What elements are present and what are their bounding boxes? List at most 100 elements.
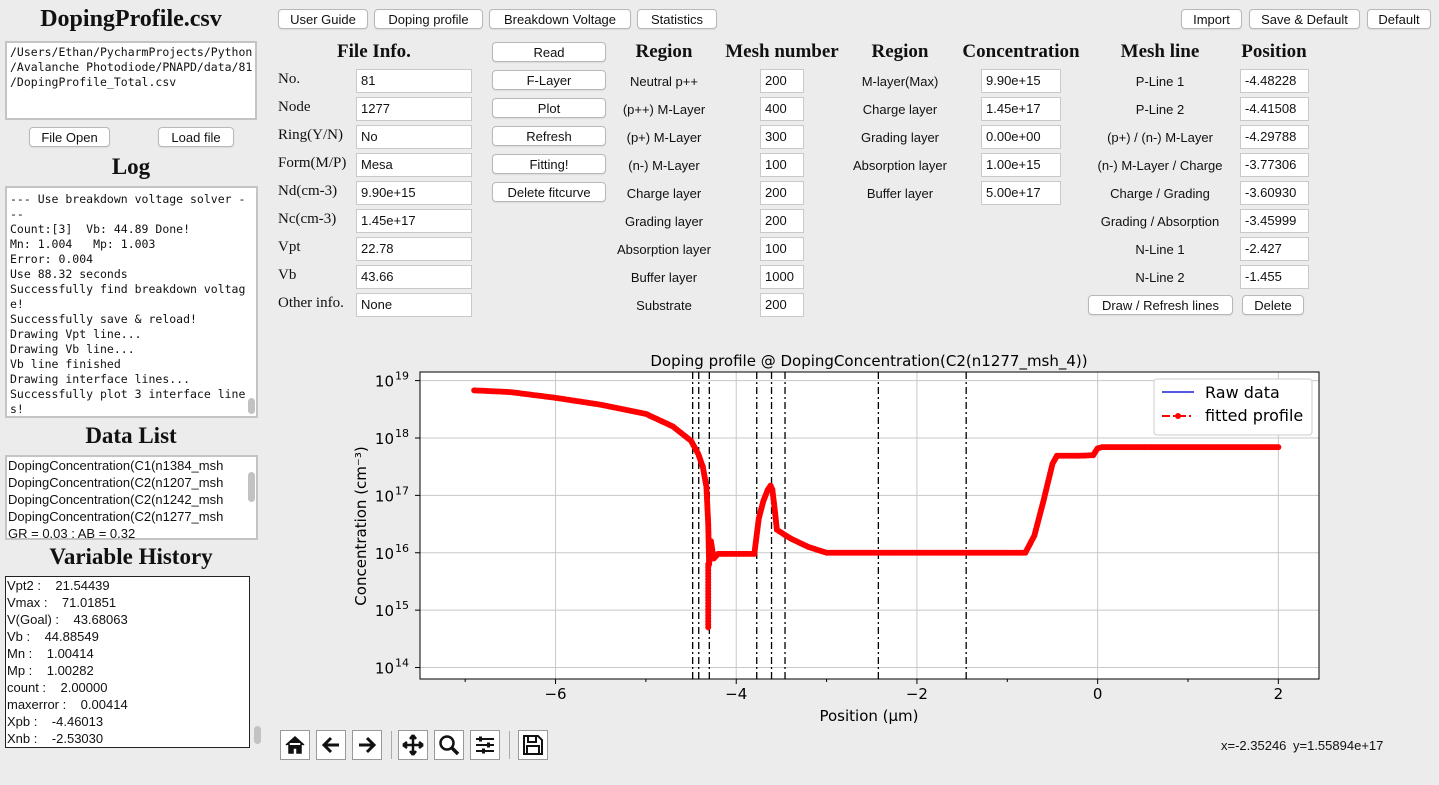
concentration-field[interactable]: 1.00e+15 xyxy=(981,153,1061,177)
data-list-item[interactable]: DopingConcentration(C2(n1277_msh xyxy=(8,508,255,525)
mesh-number-field[interactable]: 100 xyxy=(760,153,804,177)
forward-button[interactable] xyxy=(352,730,382,760)
file-info-field[interactable]: 43.66 xyxy=(356,265,472,289)
y-tick-label: 10 xyxy=(375,660,394,678)
file-info-field[interactable]: 22.78 xyxy=(356,237,472,261)
mesh-number-field[interactable]: 1000 xyxy=(760,265,804,289)
log-line: e! xyxy=(10,297,24,311)
variable-history-panel[interactable]: Vpt2 : 21.54439 Vmax : 71.01851 V(Goal) : … xyxy=(5,576,250,748)
concentration-field[interactable]: 1.45e+17 xyxy=(981,97,1061,121)
tab-statistics[interactable]: Statistics xyxy=(637,9,717,29)
log-line: Successfully plot 3 interface line xyxy=(10,387,246,401)
file-open-button[interactable]: File Open xyxy=(29,127,110,147)
save-default-button[interactable]: Save & Default xyxy=(1249,9,1360,29)
log-line: Use 88.32 seconds xyxy=(10,267,128,281)
file-info-field[interactable]: 1.45e+17 xyxy=(356,209,472,233)
fitting-button[interactable]: Fitting! xyxy=(492,154,606,174)
log-line: Vb line finished xyxy=(10,357,121,371)
zoom-icon xyxy=(439,735,460,756)
conc-region-label: Grading layer xyxy=(860,130,940,145)
y-tick-exponent: 17 xyxy=(395,484,409,497)
path-display[interactable]: /Users/Ethan/PycharmProjects/Python /Ava… xyxy=(5,41,257,120)
mesh-line-title: Mesh line xyxy=(1120,41,1200,62)
variable-history-item: Vmax : 71.01851 xyxy=(7,595,117,610)
data-list-item[interactable]: DopingConcentration(C2(n1207_msh xyxy=(8,474,255,491)
pan-button[interactable] xyxy=(398,730,428,760)
file-info-field[interactable]: None xyxy=(356,293,472,317)
data-list-item[interactable]: DopingConcentration(C2(n1242_msh xyxy=(8,491,255,508)
mesh-line-position-field[interactable]: -4.29788 xyxy=(1240,125,1309,149)
variable-history-item: Vb : 44.88549 xyxy=(7,629,99,644)
draw-refresh-lines-button[interactable]: Draw / Refresh lines xyxy=(1088,295,1233,315)
read-button[interactable]: Read xyxy=(492,42,606,62)
default-button[interactable]: Default xyxy=(1367,9,1431,29)
mesh-line-position-field[interactable]: -3.60930 xyxy=(1240,181,1309,205)
file-info-field[interactable]: Mesa xyxy=(356,153,472,177)
mesh-number-title: Mesh number xyxy=(725,41,839,62)
mesh-region-label: (p++) M-Layer xyxy=(622,102,706,117)
file-info-label: Node xyxy=(278,99,311,115)
position-title: Position xyxy=(1241,41,1307,62)
mesh-number-field[interactable]: 200 xyxy=(760,293,804,317)
concentration-field[interactable]: 5.00e+17 xyxy=(981,181,1061,205)
legend-fitted-profile: fitted profile xyxy=(1205,406,1303,425)
mesh-number-field[interactable]: 300 xyxy=(760,125,804,149)
data-list-scrollbar[interactable] xyxy=(248,472,255,502)
data-list-panel[interactable]: DopingConcentration(C1(n1384_msh DopingCo… xyxy=(5,455,258,540)
back-button[interactable] xyxy=(316,730,346,760)
import-button[interactable]: Import xyxy=(1181,9,1242,29)
zoom-button[interactable] xyxy=(434,730,464,760)
y-tick-label: 10 xyxy=(375,545,394,563)
file-info-field[interactable]: 1277 xyxy=(356,97,472,121)
mesh-number-field[interactable]: 200 xyxy=(760,209,804,233)
log-panel[interactable]: --- Use breakdown voltage solver - -- Coun… xyxy=(5,186,258,418)
y-tick-label: 10 xyxy=(375,373,394,391)
mesh-line-position-field[interactable]: -4.48228 xyxy=(1240,69,1309,93)
conc-region-label: M-layer(Max) xyxy=(861,74,939,89)
mesh-number-field[interactable]: 200 xyxy=(760,181,804,205)
save-figure-button[interactable] xyxy=(518,730,548,760)
file-info-label: No. xyxy=(278,71,301,87)
x-tick-label: −4 xyxy=(725,685,747,703)
data-list-item[interactable]: DopingConcentration(C1(n1384_msh xyxy=(8,457,255,474)
variable-history-scrollbar[interactable] xyxy=(254,726,261,744)
log-line: Drawing Vb line... xyxy=(10,342,135,356)
file-info-field[interactable]: No xyxy=(356,125,472,149)
mesh-line-position-field[interactable]: -2.427 xyxy=(1240,237,1309,261)
plot-button[interactable]: Plot xyxy=(492,98,606,118)
delete-lines-button[interactable]: Delete xyxy=(1242,295,1304,315)
mesh-number-field[interactable]: 100 xyxy=(760,237,804,261)
y-tick-exponent: 15 xyxy=(395,599,409,612)
log-line: Count:[3] Vb: 44.89 Done! xyxy=(10,222,191,236)
tab-breakdown-voltage[interactable]: Breakdown Voltage xyxy=(489,9,631,29)
home-button[interactable] xyxy=(280,730,310,760)
delete-fitcurve-button[interactable]: Delete fitcurve xyxy=(492,182,606,202)
log-line: Successfully save & reload! xyxy=(10,312,197,326)
mesh-line-label: (p+) / (n-) M-Layer xyxy=(1107,130,1213,145)
x-tick-label: 0 xyxy=(1093,685,1103,703)
file-info-field[interactable]: 81 xyxy=(356,69,472,93)
legend-raw-data: Raw data xyxy=(1205,383,1280,402)
legend: Raw data fitted profile xyxy=(1153,378,1313,436)
log-scrollbar[interactable] xyxy=(248,398,255,414)
tab-user-guide[interactable]: User Guide xyxy=(278,9,368,29)
f-layer-button[interactable]: F-Layer xyxy=(492,70,606,90)
mesh-line-position-field[interactable]: -4.41508 xyxy=(1240,97,1309,121)
concentration-field[interactable]: 9.90e+15 xyxy=(981,69,1061,93)
data-list-footer: GR = 0.03 ; AB = 0.32 xyxy=(8,526,136,540)
concentration-field[interactable]: 0.00e+00 xyxy=(981,125,1061,149)
mesh-line-position-field[interactable]: -3.77306 xyxy=(1240,153,1309,177)
file-info-field[interactable]: 9.90e+15 xyxy=(356,181,472,205)
load-file-button[interactable]: Load file xyxy=(158,127,234,147)
mesh-line-position-field[interactable]: -1.455 xyxy=(1240,265,1309,289)
mesh-number-field[interactable]: 200 xyxy=(760,69,804,93)
mesh-number-field[interactable]: 400 xyxy=(760,97,804,121)
mesh-line-position-field[interactable]: -3.45999 xyxy=(1240,209,1309,233)
refresh-button[interactable]: Refresh xyxy=(492,126,606,146)
tab-doping-profile[interactable]: Doping profile xyxy=(374,9,483,29)
configure-button[interactable] xyxy=(470,730,500,760)
y-tick-label: 10 xyxy=(375,430,394,448)
fitted-profile-point xyxy=(705,624,712,631)
log-line: -- xyxy=(10,207,24,221)
doping-profile-chart[interactable]: −6 −4 −2 0 210 1410 1510 1610 1710 1810 19 Doping … xyxy=(270,340,1439,730)
